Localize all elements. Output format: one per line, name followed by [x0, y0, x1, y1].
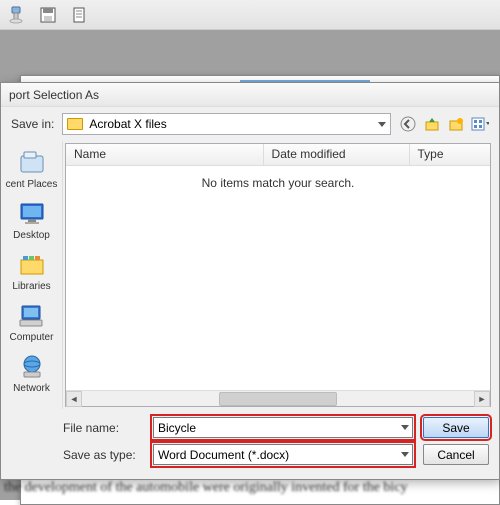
save-as-type-combo[interactable]: Word Document (*.docx): [153, 444, 413, 465]
file-name-label: File name:: [63, 421, 143, 435]
save-in-label: Save in:: [11, 117, 54, 131]
save-as-type-value: Word Document (*.docx): [158, 448, 289, 462]
place-desktop[interactable]: Desktop: [1, 196, 62, 245]
view-menu-icon[interactable]: [471, 115, 489, 133]
file-list-header: Name Date modified Type: [66, 144, 490, 166]
scroll-left-icon[interactable]: ◄: [66, 391, 82, 407]
horizontal-scrollbar[interactable]: ◄ ►: [66, 390, 490, 406]
file-name-input[interactable]: Bicycle: [153, 417, 413, 438]
up-icon[interactable]: [423, 115, 441, 133]
recent-places-icon: [17, 149, 47, 177]
place-network[interactable]: Network: [1, 349, 62, 398]
tool-icon-1[interactable]: [6, 5, 26, 25]
dialog-title: port Selection As: [1, 83, 499, 107]
document-icon[interactable]: [70, 5, 90, 25]
dialog-nav-icons: [399, 115, 489, 133]
network-icon: [17, 353, 47, 381]
place-computer-label: Computer: [10, 332, 54, 343]
place-libraries[interactable]: Libraries: [1, 247, 62, 296]
file-name-value: Bicycle: [158, 421, 196, 435]
back-icon[interactable]: [399, 115, 417, 133]
place-recent[interactable]: cent Places: [1, 145, 62, 194]
col-type[interactable]: Type: [410, 144, 490, 165]
desktop-icon: [17, 200, 47, 228]
empty-message: No items match your search.: [66, 166, 490, 390]
places-bar: cent Places Desktop Libraries Computer N…: [1, 141, 63, 409]
scroll-track[interactable]: [82, 391, 474, 407]
save-as-type-label: Save as type:: [63, 448, 143, 462]
save-icon[interactable]: [38, 5, 58, 25]
scroll-thumb[interactable]: [219, 392, 337, 406]
col-name[interactable]: Name: [66, 144, 264, 165]
chevron-down-icon: [378, 122, 386, 127]
save-in-combo[interactable]: Acrobat X files: [62, 113, 391, 135]
scroll-right-icon[interactable]: ►: [474, 391, 490, 407]
place-recent-label: cent Places: [6, 179, 58, 190]
chevron-down-icon: [401, 452, 409, 457]
save-in-value: Acrobat X files: [89, 117, 166, 131]
cancel-button[interactable]: Cancel: [423, 444, 489, 465]
export-selection-dialog: port Selection As Save in: Acrobat X fil…: [0, 82, 500, 480]
chevron-down-icon: [401, 425, 409, 430]
new-folder-icon[interactable]: [447, 115, 465, 133]
folder-icon: [67, 118, 83, 130]
save-button[interactable]: Save: [423, 417, 489, 438]
col-date[interactable]: Date modified: [264, 144, 410, 165]
app-toolbar: [0, 0, 500, 30]
place-libraries-label: Libraries: [12, 281, 50, 292]
place-desktop-label: Desktop: [13, 230, 50, 241]
place-network-label: Network: [13, 383, 50, 394]
computer-icon: [17, 302, 47, 330]
place-computer[interactable]: Computer: [1, 298, 62, 347]
libraries-icon: [17, 251, 47, 279]
document-body-text: the development of the automobile were o…: [4, 480, 500, 496]
file-list: Name Date modified Type No items match y…: [65, 143, 491, 407]
